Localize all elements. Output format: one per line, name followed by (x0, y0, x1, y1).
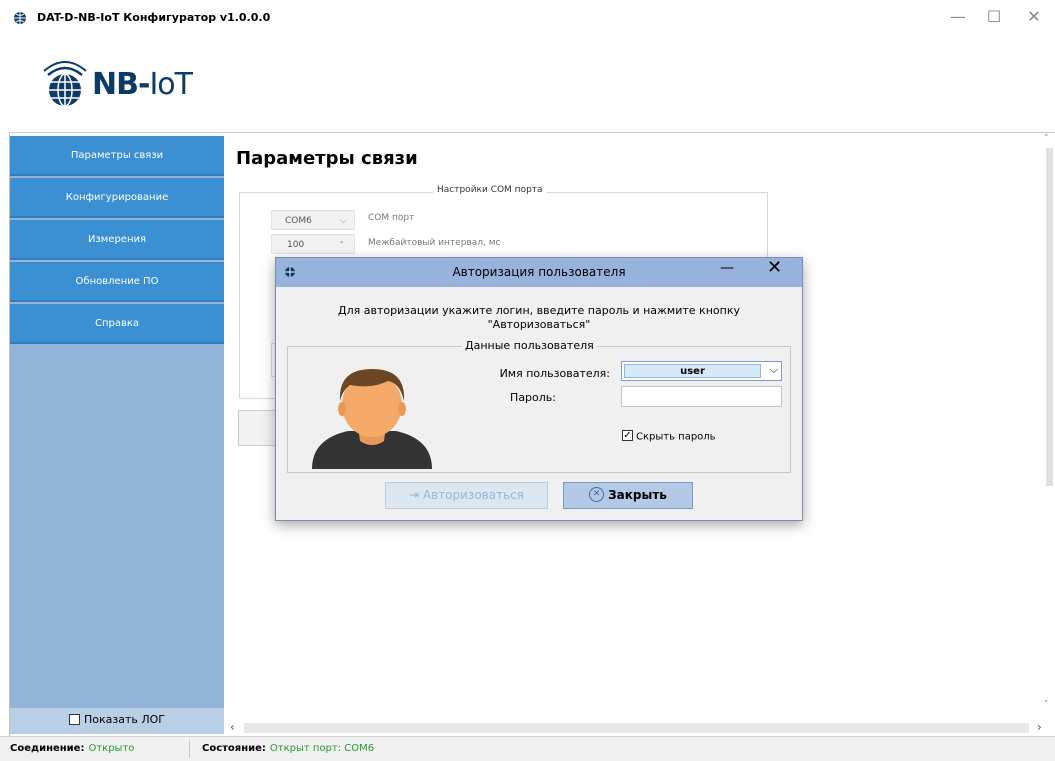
chevron-down-icon: ⌵ (340, 216, 347, 226)
scroll-left-icon[interactable]: ‹ (230, 720, 235, 734)
state-label: Состояние: (202, 743, 266, 754)
sidebar: Параметры связи Конфигурирование Измерен… (10, 136, 224, 708)
scroll-right-icon[interactable]: › (1037, 720, 1042, 734)
logo-text: NB-IoT (92, 67, 193, 102)
sidebar-item-firmware[interactable]: Обновление ПО (10, 262, 224, 302)
logo-brand: NB- (92, 67, 150, 102)
show-log-check-box[interactable] (68, 713, 80, 725)
minimize-button[interactable]: — (944, 4, 972, 30)
interval-label: Межбайтовый интервал, мс (368, 238, 501, 248)
maximize-button[interactable]: ☐ (980, 4, 1008, 30)
left-border (0, 132, 10, 736)
chevron-down-icon[interactable]: ⌵ (770, 363, 778, 377)
status-divider (189, 740, 190, 758)
username-value[interactable]: user (624, 364, 761, 378)
window-title: DAT-D-NB-IoT Конфигуратор v1.0.0.0 (37, 11, 271, 24)
password-input[interactable] (621, 386, 782, 407)
checkmark-icon[interactable]: ✓ (622, 430, 633, 441)
close-button-label: Закрыть (608, 488, 667, 502)
com-group-title: Настройки COM порта (433, 185, 547, 195)
state-value: Открыт порт: COM6 (269, 743, 375, 754)
horizontal-scrollbar[interactable]: ‹ › (226, 720, 1055, 736)
user-group-title: Данные пользователя (462, 339, 597, 352)
interval-spinner[interactable]: 100 ⌃ (271, 234, 355, 254)
password-label: Пароль: (510, 391, 556, 404)
dialog-message: Для авторизации укажите логин, введите п… (296, 304, 782, 332)
logo-header: NB-IoT (0, 37, 1055, 133)
obscured-button[interactable] (238, 410, 280, 446)
show-log-label: Показать ЛОГ (83, 713, 165, 726)
connection-status: Соединение: Открыто (10, 737, 134, 761)
connection-label: Соединение: (10, 743, 85, 754)
dialog-message-line2: "Авторизоваться" (487, 318, 591, 331)
scroll-up-icon[interactable]: ˄ (1044, 134, 1049, 144)
globe-logo-icon (43, 61, 87, 107)
com-port-label: COM порт (368, 213, 415, 223)
horizontal-scroll-thumb[interactable] (244, 723, 1029, 733)
sidebar-item-help[interactable]: Справка (10, 304, 224, 344)
state-status: Состояние: Открыт порт: COM6 (202, 737, 374, 761)
vertical-scroll-thumb[interactable] (1046, 148, 1053, 486)
authorize-button-label: Авторизоваться (422, 488, 524, 502)
username-select[interactable]: user ⌵ (621, 361, 782, 381)
authorize-button[interactable]: ⇥ Авторизоваться (385, 482, 548, 509)
close-window-button[interactable]: ✕ (1020, 4, 1048, 30)
dialog-message-line1: Для авторизации укажите логин, введите п… (338, 304, 740, 317)
com-port-select[interactable]: COM6 ⌵ (271, 210, 355, 230)
vertical-scrollbar[interactable]: ˄ ˅ (1043, 134, 1055, 720)
sidebar-item-measurements[interactable]: Измерения (10, 220, 224, 260)
logo-brand-iot: IoT (149, 67, 193, 102)
sidebar-item-configuration[interactable]: Конфигурирование (10, 178, 224, 218)
hide-password-checkbox[interactable]: ✓ Скрыть пароль (622, 430, 716, 443)
com-port-value: COM6 (285, 216, 312, 226)
status-bar: Соединение: Открыто Состояние: Открыт порт… (0, 736, 1055, 761)
auth-dialog: Авторизация пользователя — ✕ Для авториз… (275, 257, 803, 521)
username-label: Имя пользователя: (499, 367, 610, 380)
dialog-minimize-button[interactable]: — (720, 260, 734, 276)
close-circle-icon: ✕ (589, 487, 605, 502)
sidebar-item-connection[interactable]: Параметры связи (10, 136, 224, 176)
spinner-arrows-icon[interactable]: ⌃ (338, 235, 345, 255)
close-button[interactable]: ✕ Закрыть (563, 482, 693, 509)
dialog-close-x-button[interactable]: ✕ (767, 257, 782, 278)
hide-password-label: Скрыть пароль (636, 431, 716, 443)
page-title: Параметры связи (236, 148, 418, 169)
user-avatar-icon (312, 369, 432, 469)
scroll-down-icon[interactable]: ˅ (1044, 700, 1049, 710)
login-arrow-icon: ⇥ (409, 488, 420, 502)
interval-value: 100 (287, 240, 305, 250)
dialog-title-bar: Авторизация пользователя — ✕ (276, 257, 802, 287)
connection-value: Открыто (88, 743, 135, 754)
user-data-group: Данные пользователя Имя пользователя: us… (287, 339, 791, 473)
app-icon (14, 12, 26, 24)
title-bar: DAT-D-NB-IoT Конфигуратор v1.0.0.0 — ☐ ✕ (0, 0, 1055, 37)
show-log-checkbox[interactable]: Показать ЛОГ (10, 708, 224, 734)
